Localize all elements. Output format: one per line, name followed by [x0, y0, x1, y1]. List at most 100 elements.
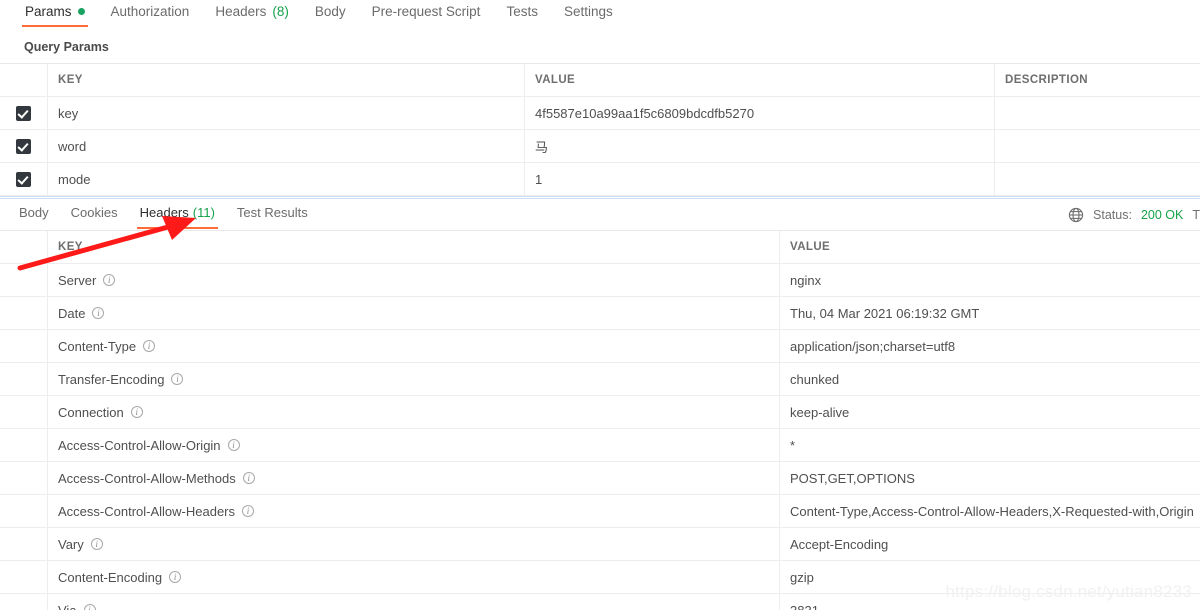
query-param-value[interactable]: 马 — [525, 130, 995, 162]
tab-tests[interactable]: Tests — [493, 0, 551, 27]
info-icon[interactable]: i — [242, 505, 254, 517]
checkbox-checked-icon[interactable] — [16, 138, 31, 154]
response-headers-col-value: VALUE — [790, 241, 831, 253]
tab-params[interactable]: Params — [12, 0, 98, 27]
table-row[interactable]: Access-Control-Allow-Headers i Content-T… — [0, 495, 1200, 528]
info-icon[interactable]: i — [227, 439, 240, 451]
tab-authorization[interactable]: Authorization — [98, 0, 203, 27]
table-row[interactable]: Connection i keep-alive — [0, 396, 1200, 429]
tab-settings-label: Settings — [563, 4, 613, 19]
table-row[interactable]: Date i Thu, 04 Mar 2021 06:19:32 GMT — [0, 297, 1200, 330]
query-param-description[interactable] — [995, 163, 1200, 195]
tab-body-label: Body — [314, 4, 346, 19]
unsaved-changes-dot-icon — [77, 8, 85, 15]
response-tab-headers-count: (11) — [192, 204, 215, 220]
tab-pre-request-script[interactable]: Pre-request Script — [359, 0, 494, 27]
tab-authorization-label: Authorization — [110, 4, 190, 19]
response-tab-headers[interactable]: Headers (11) — [129, 201, 226, 229]
tab-headers-count: (8) — [272, 4, 289, 19]
row-gutter — [0, 330, 48, 362]
globe-icon[interactable] — [1068, 207, 1084, 223]
response-header-key: Content-Type — [58, 338, 137, 354]
response-tab-cookies[interactable]: Cookies — [60, 201, 129, 229]
row-gutter — [0, 462, 48, 494]
info-icon[interactable]: i — [169, 571, 182, 583]
tab-pre-request-script-label: Pre-request Script — [371, 4, 481, 19]
row-gutter — [0, 396, 48, 428]
query-params-col-description: DESCRIPTION — [1005, 74, 1088, 86]
query-param-key[interactable]: mode — [48, 163, 525, 195]
info-icon[interactable]: i — [83, 604, 96, 610]
tab-settings[interactable]: Settings — [551, 0, 626, 27]
info-icon[interactable]: i — [130, 406, 143, 418]
info-icon[interactable]: i — [143, 340, 156, 352]
tab-body[interactable]: Body — [302, 0, 359, 27]
status-badge: 200 OK — [1140, 207, 1184, 222]
row-gutter — [0, 495, 48, 527]
tab-headers-label: Headers — [215, 4, 267, 19]
table-row[interactable]: Content-Type i application/json;charset=… — [0, 330, 1200, 363]
info-icon[interactable]: i — [90, 538, 103, 550]
response-tab-test-results-label: Test Results — [236, 204, 308, 220]
query-param-description[interactable] — [995, 97, 1200, 129]
query-param-key[interactable]: word — [48, 130, 525, 162]
response-headers-table: KEY VALUE Server i nginx Date i Thu, 04 … — [0, 230, 1200, 610]
row-gutter — [0, 528, 48, 560]
response-tab-cookies-label: Cookies — [70, 204, 118, 220]
response-tab-bar: Body Cookies Headers (11) Test Results S… — [0, 199, 1200, 230]
response-header-value: application/json;charset=utf8 — [790, 338, 956, 354]
response-header-value: POST,GET,OPTIONS — [790, 470, 915, 486]
query-param-checkbox-cell[interactable] — [0, 163, 48, 195]
table-row[interactable]: mode 1 — [0, 163, 1200, 196]
response-header-value: nginx — [790, 272, 822, 288]
response-header-value: keep-alive — [790, 404, 850, 420]
query-params-header-row: KEY VALUE DESCRIPTION — [0, 64, 1200, 97]
request-tab-bar: Params Authorization Headers (8) Body Pr… — [0, 0, 1200, 29]
response-status-area: Status: 200 OK T — [1068, 207, 1200, 223]
response-header-key: Vary — [58, 536, 84, 552]
response-header-key: Access-Control-Allow-Methods — [58, 470, 236, 486]
row-gutter — [0, 429, 48, 461]
response-tab-headers-label: Headers — [139, 204, 189, 220]
query-params-table: KEY VALUE DESCRIPTION key 4f5587e10a99aa… — [0, 63, 1200, 196]
query-params-heading: Query Params — [24, 40, 109, 54]
response-header-value: Accept-Encoding — [790, 536, 889, 552]
query-param-checkbox-cell[interactable] — [0, 130, 48, 162]
row-gutter — [0, 264, 48, 296]
table-row[interactable]: word 马 — [0, 130, 1200, 163]
table-row[interactable]: Access-Control-Allow-Origin i * — [0, 429, 1200, 462]
response-headers-header-row: KEY VALUE — [0, 231, 1200, 264]
response-tab-test-results[interactable]: Test Results — [226, 201, 319, 229]
query-param-description[interactable] — [995, 130, 1200, 162]
table-row[interactable]: key 4f5587e10a99aa1f5c6809bdcdfb5270 — [0, 97, 1200, 130]
table-row[interactable]: Vary i Accept-Encoding — [0, 528, 1200, 561]
table-row[interactable]: Server i nginx — [0, 264, 1200, 297]
postman-request-response-pane: Params Authorization Headers (8) Body Pr… — [0, 0, 1200, 610]
table-row[interactable]: Access-Control-Allow-Methods i POST,GET,… — [0, 462, 1200, 495]
row-gutter — [0, 594, 48, 610]
row-gutter — [0, 297, 48, 329]
response-tab-body[interactable]: Body — [8, 201, 60, 229]
watermark: https://blog.csdn.net/yutian8233 — [945, 582, 1192, 601]
response-time-label-truncated: T — [1192, 207, 1200, 222]
response-header-key: Date — [58, 305, 86, 321]
query-param-checkbox-cell[interactable] — [0, 97, 48, 129]
table-row[interactable]: Transfer-Encoding i chunked — [0, 363, 1200, 396]
info-icon[interactable]: i — [92, 307, 105, 319]
info-icon[interactable]: i — [242, 472, 255, 484]
response-header-value: Content-Type,Access-Control-Allow-Header… — [790, 503, 1194, 519]
info-icon[interactable]: i — [103, 274, 116, 286]
response-header-key: Server — [58, 272, 97, 288]
checkbox-checked-icon[interactable] — [16, 105, 31, 121]
row-gutter — [0, 363, 48, 395]
query-params-select-all-cell — [0, 64, 48, 96]
query-param-key[interactable]: key — [48, 97, 525, 129]
checkbox-checked-icon[interactable] — [16, 171, 31, 187]
row-gutter — [0, 561, 48, 593]
tab-headers[interactable]: Headers (8) — [202, 0, 302, 27]
query-param-value[interactable]: 4f5587e10a99aa1f5c6809bdcdfb5270 — [525, 97, 995, 129]
query-param-value[interactable]: 1 — [525, 163, 995, 195]
response-headers-gutter — [0, 231, 48, 263]
query-params-col-key: KEY — [58, 74, 83, 86]
info-icon[interactable]: i — [171, 373, 184, 385]
